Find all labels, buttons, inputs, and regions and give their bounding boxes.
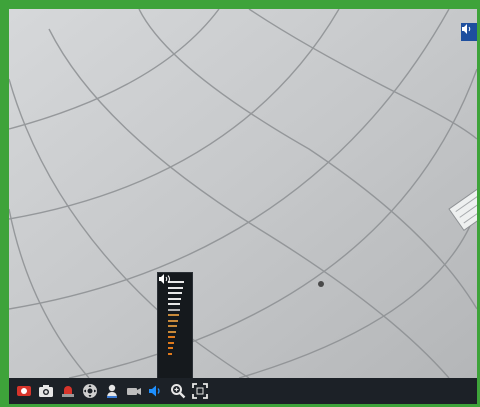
volume-level-bar bbox=[168, 292, 183, 294]
record-button[interactable] bbox=[15, 383, 32, 400]
record-icon bbox=[16, 386, 31, 396]
video-player bbox=[0, 0, 480, 407]
volume-level-bar bbox=[168, 347, 174, 349]
volume-level-bar bbox=[168, 286, 184, 289]
volume-level-bar bbox=[168, 297, 182, 300]
stream-button[interactable] bbox=[125, 383, 142, 400]
volume-level-bar bbox=[168, 325, 177, 327]
audio-indicator[interactable] bbox=[461, 23, 477, 41]
speaker-icon bbox=[159, 274, 170, 284]
ptz-icon bbox=[82, 384, 97, 398]
ceiling-grid-scene bbox=[9, 9, 477, 378]
speaker-icon bbox=[462, 24, 471, 34]
camera-icon bbox=[38, 385, 53, 397]
video-view[interactable] bbox=[9, 9, 477, 378]
volume-level-bar bbox=[168, 336, 175, 338]
ptz-button[interactable] bbox=[81, 383, 98, 400]
talk-button[interactable] bbox=[103, 383, 120, 400]
player-toolbar bbox=[9, 378, 477, 404]
volume-level-bar bbox=[168, 303, 181, 305]
speaker-icon bbox=[148, 385, 160, 397]
volume-button[interactable] bbox=[147, 383, 164, 400]
volume-popup bbox=[157, 272, 193, 378]
volume-level-bar bbox=[168, 330, 176, 333]
volume-level-bar bbox=[168, 319, 178, 322]
volume-level-bar bbox=[168, 341, 175, 344]
volume-level-bar bbox=[168, 308, 180, 311]
microphone-icon bbox=[106, 384, 117, 398]
magnifier-icon bbox=[170, 384, 185, 399]
volume-level-bar bbox=[168, 314, 179, 316]
stream-icon bbox=[126, 388, 141, 395]
snapshot-button[interactable] bbox=[37, 383, 54, 400]
alarm-button[interactable] bbox=[59, 383, 76, 400]
zoom-button[interactable] bbox=[169, 383, 186, 400]
fullscreen-button[interactable] bbox=[191, 383, 208, 400]
volume-level-bar bbox=[168, 352, 173, 355]
fullscreen-icon bbox=[191, 383, 208, 399]
siren-icon bbox=[61, 386, 74, 397]
